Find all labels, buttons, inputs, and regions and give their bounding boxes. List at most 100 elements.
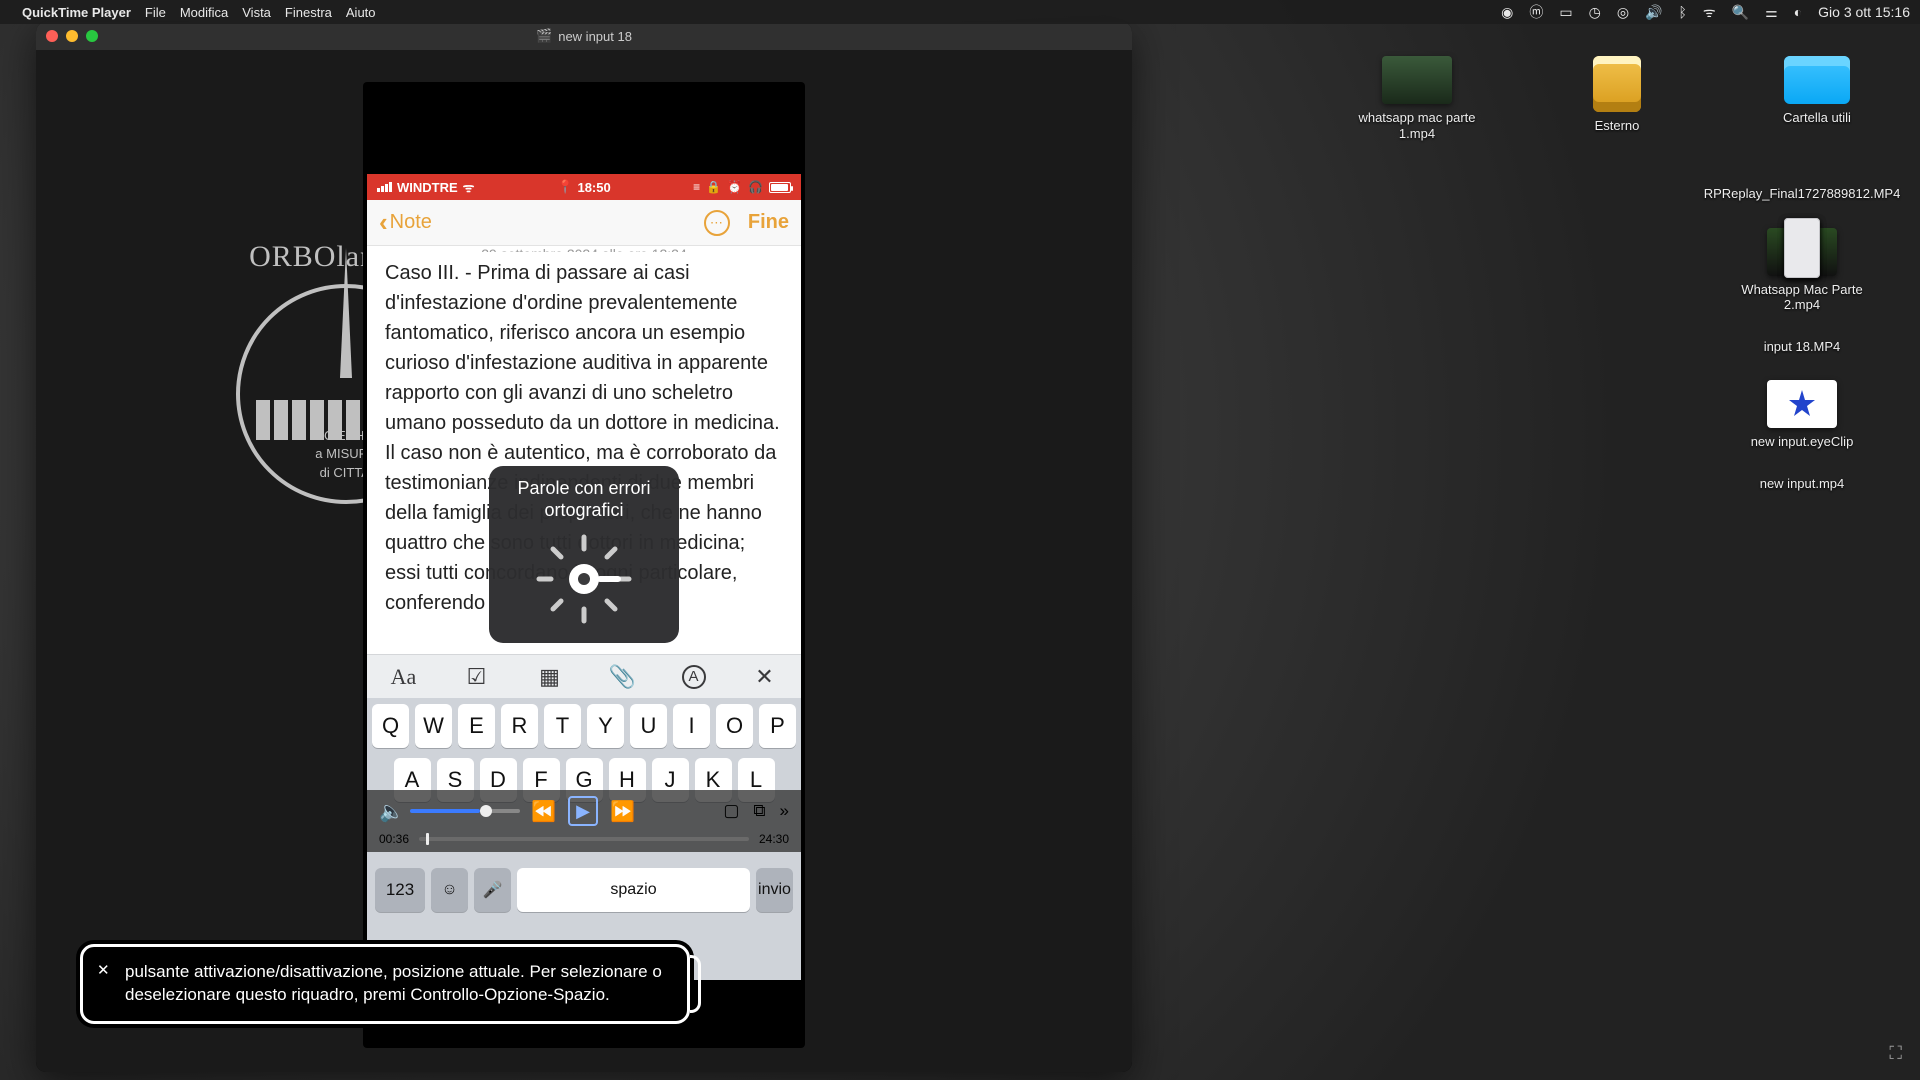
pip-icon[interactable]: ⧉ <box>753 801 765 821</box>
checklist-icon[interactable]: ☑︎ <box>463 663 491 691</box>
menu-help[interactable]: Aiuto <box>346 5 376 20</box>
control-center-icon[interactable]: ⚌ <box>1765 4 1778 21</box>
wifi-icon[interactable]: ᯤ <box>1703 3 1716 22</box>
clock-icon[interactable]: ◷ <box>1589 4 1601 21</box>
sound-icon[interactable]: 🔊 <box>1645 4 1662 21</box>
voiceover-caption: ✕ pulsante attivazione/disattivazione, p… <box>80 944 690 1024</box>
mac-menubar: QuickTime Player File Modifica Vista Fin… <box>0 0 1920 24</box>
headphones-icon: 🎧 <box>748 180 763 194</box>
carrier-name: WINDTRE <box>397 180 458 195</box>
key-w[interactable]: W <box>415 704 452 748</box>
volume-icon[interactable]: 🔈 <box>379 799 404 824</box>
siri-icon[interactable]: ◐ <box>1794 4 1802 20</box>
window-title: new input 18 <box>558 29 632 44</box>
menu-file[interactable]: File <box>145 5 166 20</box>
status-icon: ≡ <box>693 180 700 194</box>
desktop-icons-col: RPReplay_Final1727889812.MP4 Whatsapp Ma… <box>1722 186 1882 492</box>
key-space[interactable]: spazio <box>517 868 750 912</box>
key-u[interactable]: U <box>630 704 667 748</box>
more-controls-icon[interactable]: » <box>780 801 789 821</box>
zoom-button[interactable] <box>86 30 98 42</box>
note-date: 29 settembre 2024 alle ore 12:24 <box>385 246 783 252</box>
file-eyeclip[interactable]: new input.eyeClip <box>1732 380 1872 450</box>
signal-icon <box>377 182 392 192</box>
spotlight-icon[interactable]: 🔍 <box>1732 4 1749 21</box>
wifi-icon: ᯤ <box>463 178 475 196</box>
minimize-button[interactable] <box>66 30 78 42</box>
file-input18[interactable]: input 18.MP4 <box>1732 339 1872 355</box>
close-icon[interactable]: ✕ <box>97 961 110 981</box>
screen-mirror-icon[interactable]: ▭ <box>1559 4 1572 21</box>
play-button[interactable]: ▶ <box>568 796 598 826</box>
key-i[interactable]: I <box>673 704 710 748</box>
chevron-left-icon: ‹ <box>379 207 388 238</box>
file-newinput[interactable]: new input.mp4 <box>1732 476 1872 492</box>
table-icon[interactable]: ▦ <box>536 663 564 691</box>
phone-statusbar: WINDTRE ᯤ 📍 18:50 ≡ 🔒 ⏰ 🎧 <box>367 174 801 200</box>
playback-controls: 🔈 ⏪ ▶ ⏩ ▢ ⧉ » <box>367 790 801 852</box>
key-y[interactable]: Y <box>587 704 624 748</box>
key-e[interactable]: E <box>458 704 495 748</box>
key-emoji[interactable]: ☺ <box>431 868 468 912</box>
bluetooth-icon[interactable]: ᛒ <box>1678 4 1686 20</box>
voiceover-rotor[interactable]: Parole con errori ortografici <box>489 466 679 643</box>
key-numbers[interactable]: 123 <box>375 868 425 912</box>
key-r[interactable]: R <box>501 704 538 748</box>
menu-window[interactable]: Finestra <box>285 5 332 20</box>
alarm-icon: ⏰ <box>727 180 742 194</box>
volume-slider[interactable] <box>410 809 480 813</box>
scrubber[interactable] <box>419 837 749 841</box>
drive-esterno[interactable]: Esterno <box>1552 56 1682 141</box>
menu-edit[interactable]: Modifica <box>180 5 228 20</box>
key-o[interactable]: O <box>716 704 753 748</box>
menubar-clock[interactable]: Gio 3 ott 15:16 <box>1818 4 1910 20</box>
close-keyboard-icon[interactable]: ✕ <box>751 663 779 691</box>
phone-thumb-icon <box>1784 218 1820 278</box>
eyeclip-icon <box>1767 380 1837 428</box>
quicktime-window: 🎬 new input 18 ORBOlandia.it CIECHI a MI… <box>36 22 1132 1072</box>
close-button[interactable] <box>46 30 58 42</box>
time-total: 24:30 <box>759 832 789 846</box>
text-format-icon[interactable]: Aa <box>390 663 418 691</box>
external-drive-icon <box>1593 56 1641 112</box>
app-name[interactable]: QuickTime Player <box>22 5 131 20</box>
key-p[interactable]: P <box>759 704 796 748</box>
keyboard-toolbar: Aa ☑︎ ▦ 📎 A ✕ <box>367 654 801 698</box>
video-area: ORBOlandia.it CIECHI a MISURA di CITTA' … <box>36 50 1132 1072</box>
video-thumb-icon <box>1382 56 1452 104</box>
fullscreen-icon[interactable]: ⛶ <box>1889 1043 1902 1064</box>
voiceover-text: pulsante attivazione/disattivazione, pos… <box>125 962 662 1004</box>
rotor-dial-icon <box>529 529 639 629</box>
menu-view[interactable]: Vista <box>242 5 271 20</box>
malwarebytes-icon[interactable]: ⓜ <box>1529 2 1543 22</box>
window-titlebar: 🎬 new input 18 <box>36 22 1132 50</box>
back-label: Note <box>390 211 432 234</box>
folder-cartella[interactable]: Cartella utili <box>1752 56 1882 141</box>
folder-icon <box>1784 56 1850 104</box>
battery-icon <box>769 182 791 193</box>
key-dictation[interactable]: 🎤 <box>474 868 511 912</box>
location-icon: 📍 <box>557 179 573 195</box>
phone-time: 18:50 <box>577 180 610 195</box>
eye-icon[interactable]: ◉ <box>1501 4 1513 21</box>
attachment-icon[interactable]: 📎 <box>609 663 637 691</box>
notes-navbar: ‹ Note ⋯ Fine <box>367 200 801 246</box>
rotor-title: Parole con errori ortografici <box>499 478 669 521</box>
time-current: 00:36 <box>379 832 409 846</box>
movie-icon: 🎬 <box>536 28 552 44</box>
more-icon[interactable]: ⋯ <box>704 210 730 236</box>
handwriting-icon[interactable]: A <box>682 665 706 689</box>
back-button[interactable]: ‹ Note <box>379 207 432 238</box>
key-q[interactable]: Q <box>372 704 409 748</box>
key-return[interactable]: invio <box>756 868 793 912</box>
phone-recording: WINDTRE ᯤ 📍 18:50 ≡ 🔒 ⏰ 🎧 <box>363 82 805 1048</box>
fastforward-button[interactable]: ⏩ <box>610 799 635 824</box>
airdrop-icon[interactable]: ◎ <box>1617 4 1629 21</box>
note-body[interactable]: 29 settembre 2024 alle ore 12:24 Caso II… <box>367 246 801 654</box>
file-whatsapp1[interactable]: whatsapp mac parte 1.mp4 <box>1352 56 1482 141</box>
airplay-icon[interactable]: ▢ <box>723 801 739 821</box>
rewind-button[interactable]: ⏪ <box>531 799 556 824</box>
key-t[interactable]: T <box>544 704 581 748</box>
file-rpreplay[interactable]: RPReplay_Final1727889812.MP4 <box>1732 186 1872 202</box>
done-button[interactable]: Fine <box>748 211 789 234</box>
